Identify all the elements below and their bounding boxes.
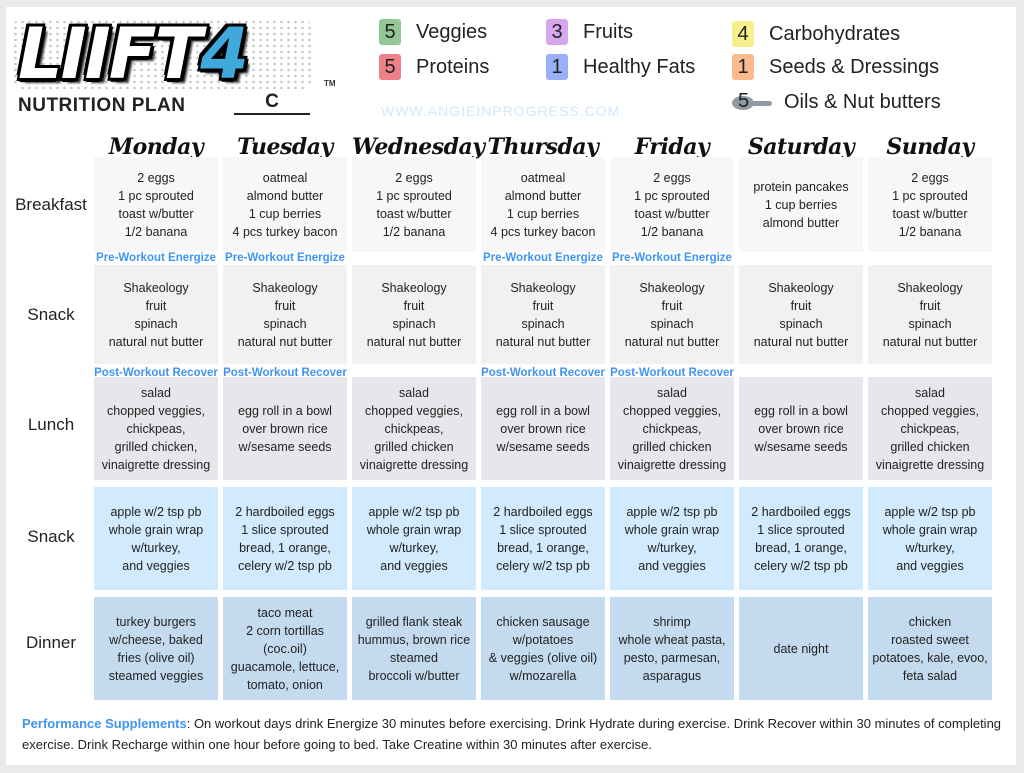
meal-cell: 2 hardboiled eggs 1 slice sprouted bread… <box>223 487 347 590</box>
legend-label: Proteins <box>416 55 490 78</box>
meal-cell: oatmeal almond butter 1 cup berries 4 pc… <box>481 157 605 252</box>
meal-cell: salad chopped veggies, chickpeas, grille… <box>94 377 218 480</box>
nutrition-plan-page: LIIFT4 TM NUTRITION PLAN C 5 Veggies 3 Frui… <box>6 7 1016 765</box>
legend-item: 1 Seeds & Dressings <box>732 54 939 80</box>
meal-cell: Shakeology fruit spinach natural nut but… <box>868 265 992 364</box>
meal-cell: Shakeology fruit spinach natural nut but… <box>94 265 218 364</box>
meal-row-label: Snack <box>27 527 75 546</box>
meal-cell: salad chopped veggies, chickpeas, grille… <box>352 377 476 480</box>
legend-label: Healthy Fats <box>583 55 696 78</box>
meal-cell: chicken roasted sweet potatoes, kale, ev… <box>868 597 992 700</box>
legend-count: 1 <box>737 55 749 78</box>
meal-cell: Shakeology fruit spinach natural nut but… <box>739 265 863 364</box>
meal-cell: salad chopped veggies, chickpeas, grille… <box>610 377 734 480</box>
legend-item: 5 Proteins <box>379 54 489 80</box>
meal-cell: Shakeology fruit spinach natural nut but… <box>223 265 347 364</box>
logo-wordmark: LIIFT4 <box>18 13 249 95</box>
post-workout-tag: Post-Workout Recover <box>94 367 218 379</box>
meal-row-label: Lunch <box>27 415 75 434</box>
meal-row-label: Snack <box>27 305 75 324</box>
plan-value: C <box>234 91 310 115</box>
supplements-heading: Performance Supplements <box>22 716 187 731</box>
portion-container-icon: 1 <box>732 54 754 80</box>
portion-container-icon: 1 <box>546 54 568 80</box>
meal-cell: apple w/2 tsp pb whole grain wrap w/turk… <box>94 487 218 590</box>
post-workout-tag: Post-Workout Recover <box>223 367 347 379</box>
portion-container-icon: 5 <box>379 54 401 80</box>
meal-cell: apple w/2 tsp pb whole grain wrap w/turk… <box>352 487 476 590</box>
meal-cell: 2 eggs 1 pc sprouted toast w/butter 1/2 … <box>610 157 734 252</box>
legend-item: 5 Oils & Nut butters <box>732 90 941 114</box>
portion-container-icon: 4 <box>732 21 754 47</box>
meal-cell: 2 eggs 1 pc sprouted toast w/butter 1/2 … <box>868 157 992 252</box>
meal-cell: chicken sausage w/potatoes & veggies (ol… <box>481 597 605 700</box>
meal-cell: Shakeology fruit spinach natural nut but… <box>481 265 605 364</box>
plan-label: NUTRITION PLAN <box>18 95 186 116</box>
pre-workout-tag: Pre-Workout Energize <box>96 252 216 264</box>
pre-workout-tag: Pre-Workout Energize <box>612 252 732 264</box>
meal-cell: egg roll in a bowl over brown rice w/ses… <box>481 377 605 480</box>
legend-label: Fruits <box>583 20 633 43</box>
legend-label: Veggies <box>416 20 488 43</box>
legend-item: 1 Healthy Fats <box>546 54 695 80</box>
spoon-icon: 5 <box>732 90 774 112</box>
legend-count: 5 <box>384 20 396 43</box>
meal-cell: egg roll in a bowl over brown rice w/ses… <box>223 377 347 480</box>
meal-cell: 2 hardboiled eggs 1 slice sprouted bread… <box>739 487 863 590</box>
portion-container-icon: 3 <box>546 19 568 45</box>
meal-cell: turkey burgers w/cheese, baked fries (ol… <box>94 597 218 700</box>
meal-cell: 2 eggs 1 pc sprouted toast w/butter 1/2 … <box>352 157 476 252</box>
legend-count: 5 <box>384 55 396 78</box>
meal-cell: salad chopped veggies, chickpeas, grille… <box>868 377 992 480</box>
meal-cell: egg roll in a bowl over brown rice w/ses… <box>739 377 863 480</box>
legend-count: 1 <box>551 55 563 78</box>
post-workout-tag: Post-Workout Recover <box>610 367 734 379</box>
meal-cell: apple w/2 tsp pb whole grain wrap w/turk… <box>868 487 992 590</box>
liift4-logo: LIIFT4 TM <box>12 13 336 95</box>
meal-cell: 2 hardboiled eggs 1 slice sprouted bread… <box>481 487 605 590</box>
legend-count: 3 <box>551 20 563 43</box>
website-watermark: WWW.ANGIEINPROGRESS.COM <box>381 103 621 119</box>
meal-cell: apple w/2 tsp pb whole grain wrap w/turk… <box>610 487 734 590</box>
portion-container-icon: 5 <box>379 19 401 45</box>
meal-cell: protein pancakes 1 cup berries almond bu… <box>739 157 863 252</box>
legend-item: 4 Carbohydrates <box>732 21 900 47</box>
legend-count: 4 <box>737 22 749 45</box>
meal-cell: date night <box>739 597 863 700</box>
post-workout-tag: Post-Workout Recover <box>481 367 605 379</box>
meal-cell: oatmeal almond butter 1 cup berries 4 pc… <box>223 157 347 252</box>
logo-main-text: LIIFT <box>18 13 202 95</box>
meal-cell: grilled flank steak hummus, brown rice s… <box>352 597 476 700</box>
legend-count: 5 <box>738 89 750 112</box>
pre-workout-tag: Pre-Workout Energize <box>225 252 345 264</box>
trademark: TM <box>324 79 336 88</box>
meal-cell: Shakeology fruit spinach natural nut but… <box>352 265 476 364</box>
meal-row-label: Dinner <box>25 633 77 652</box>
meal-cell: 2 eggs 1 pc sprouted toast w/butter 1/2 … <box>94 157 218 252</box>
meal-cell: Shakeology fruit spinach natural nut but… <box>610 265 734 364</box>
legend-label: Carbohydrates <box>769 22 901 45</box>
legend-label: Oils & Nut butters <box>784 91 941 113</box>
logo-number: 4 <box>200 13 249 95</box>
meal-cell: taco meat 2 corn tortillas (coc.oil) gua… <box>223 597 347 700</box>
legend-item: 3 Fruits <box>546 19 633 45</box>
meal-row-label: Breakfast <box>15 195 87 214</box>
pre-workout-tag: Pre-Workout Energize <box>483 252 603 264</box>
legend-item: 5 Veggies <box>379 19 487 45</box>
supplements-note: Performance Supplements: On workout days… <box>22 713 1002 755</box>
meal-cell: shrimp whole wheat pasta, pesto, parmesa… <box>610 597 734 700</box>
legend-label: Seeds & Dressings <box>769 55 940 78</box>
